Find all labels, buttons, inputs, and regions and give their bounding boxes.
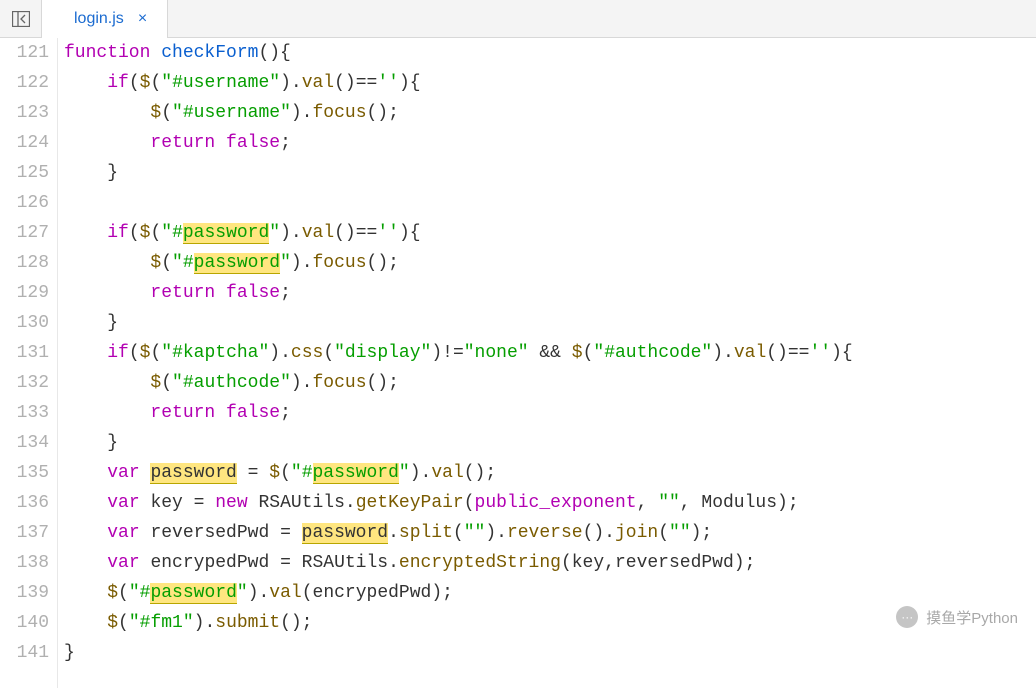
wechat-icon: ··· xyxy=(896,606,918,628)
close-tab-icon[interactable]: × xyxy=(138,10,147,28)
line-number: 128 xyxy=(0,248,49,278)
code-line[interactable]: return false; xyxy=(64,128,853,158)
code-line[interactable] xyxy=(64,188,853,218)
code-line[interactable]: if($("#kaptcha").css("display")!="none" … xyxy=(64,338,853,368)
code-line[interactable]: } xyxy=(64,158,853,188)
line-number: 124 xyxy=(0,128,49,158)
code-line[interactable]: return false; xyxy=(64,398,853,428)
line-number: 136 xyxy=(0,488,49,518)
code-line[interactable]: $("#fm1").submit(); xyxy=(64,608,853,638)
code-line[interactable]: var reversedPwd = password.split("").rev… xyxy=(64,518,853,548)
code-line[interactable]: var key = new RSAUtils.getKeyPair(public… xyxy=(64,488,853,518)
line-number: 138 xyxy=(0,548,49,578)
line-number: 129 xyxy=(0,278,49,308)
line-number: 134 xyxy=(0,428,49,458)
code-line[interactable]: } xyxy=(64,308,853,338)
code-line[interactable]: $("#password").focus(); xyxy=(64,248,853,278)
code-line[interactable]: $("#username").focus(); xyxy=(64,98,853,128)
line-number: 126 xyxy=(0,188,49,218)
line-number: 131 xyxy=(0,338,49,368)
line-number: 137 xyxy=(0,518,49,548)
line-number: 135 xyxy=(0,458,49,488)
code-editor[interactable]: 1211221231241251261271281291301311321331… xyxy=(0,38,1036,688)
watermark-text: 摸鱼学Python xyxy=(926,607,1018,628)
line-number: 139 xyxy=(0,578,49,608)
code-line[interactable]: } xyxy=(64,638,853,668)
toggle-sidebar-button[interactable] xyxy=(0,0,42,38)
line-number: 140 xyxy=(0,608,49,638)
code-line[interactable]: if($("#password").val()==''){ xyxy=(64,218,853,248)
code-line[interactable]: $("#password").val(encrypedPwd); xyxy=(64,578,853,608)
code-line[interactable]: var password = $("#password").val(); xyxy=(64,458,853,488)
line-number-gutter: 1211221231241251261271281291301311321331… xyxy=(0,38,58,688)
code-line[interactable]: $("#authcode").focus(); xyxy=(64,368,853,398)
line-number: 141 xyxy=(0,638,49,668)
code-line[interactable]: return false; xyxy=(64,278,853,308)
code-content[interactable]: function checkForm(){ if($("#username").… xyxy=(58,38,853,688)
line-number: 133 xyxy=(0,398,49,428)
line-number: 121 xyxy=(0,38,49,68)
panel-left-icon xyxy=(12,11,30,27)
tab-login-js[interactable]: login.js × xyxy=(42,0,168,38)
line-number: 125 xyxy=(0,158,49,188)
tab-filename: login.js xyxy=(74,10,124,28)
line-number: 122 xyxy=(0,68,49,98)
line-number: 130 xyxy=(0,308,49,338)
code-line[interactable]: var encrypedPwd = RSAUtils.encryptedStri… xyxy=(64,548,853,578)
code-line[interactable]: function checkForm(){ xyxy=(64,38,853,68)
watermark: ··· 摸鱼学Python xyxy=(896,606,1018,628)
line-number: 123 xyxy=(0,98,49,128)
line-number: 127 xyxy=(0,218,49,248)
code-line[interactable]: } xyxy=(64,428,853,458)
line-number: 132 xyxy=(0,368,49,398)
tab-bar: login.js × xyxy=(0,0,1036,38)
code-line[interactable]: if($("#username").val()==''){ xyxy=(64,68,853,98)
